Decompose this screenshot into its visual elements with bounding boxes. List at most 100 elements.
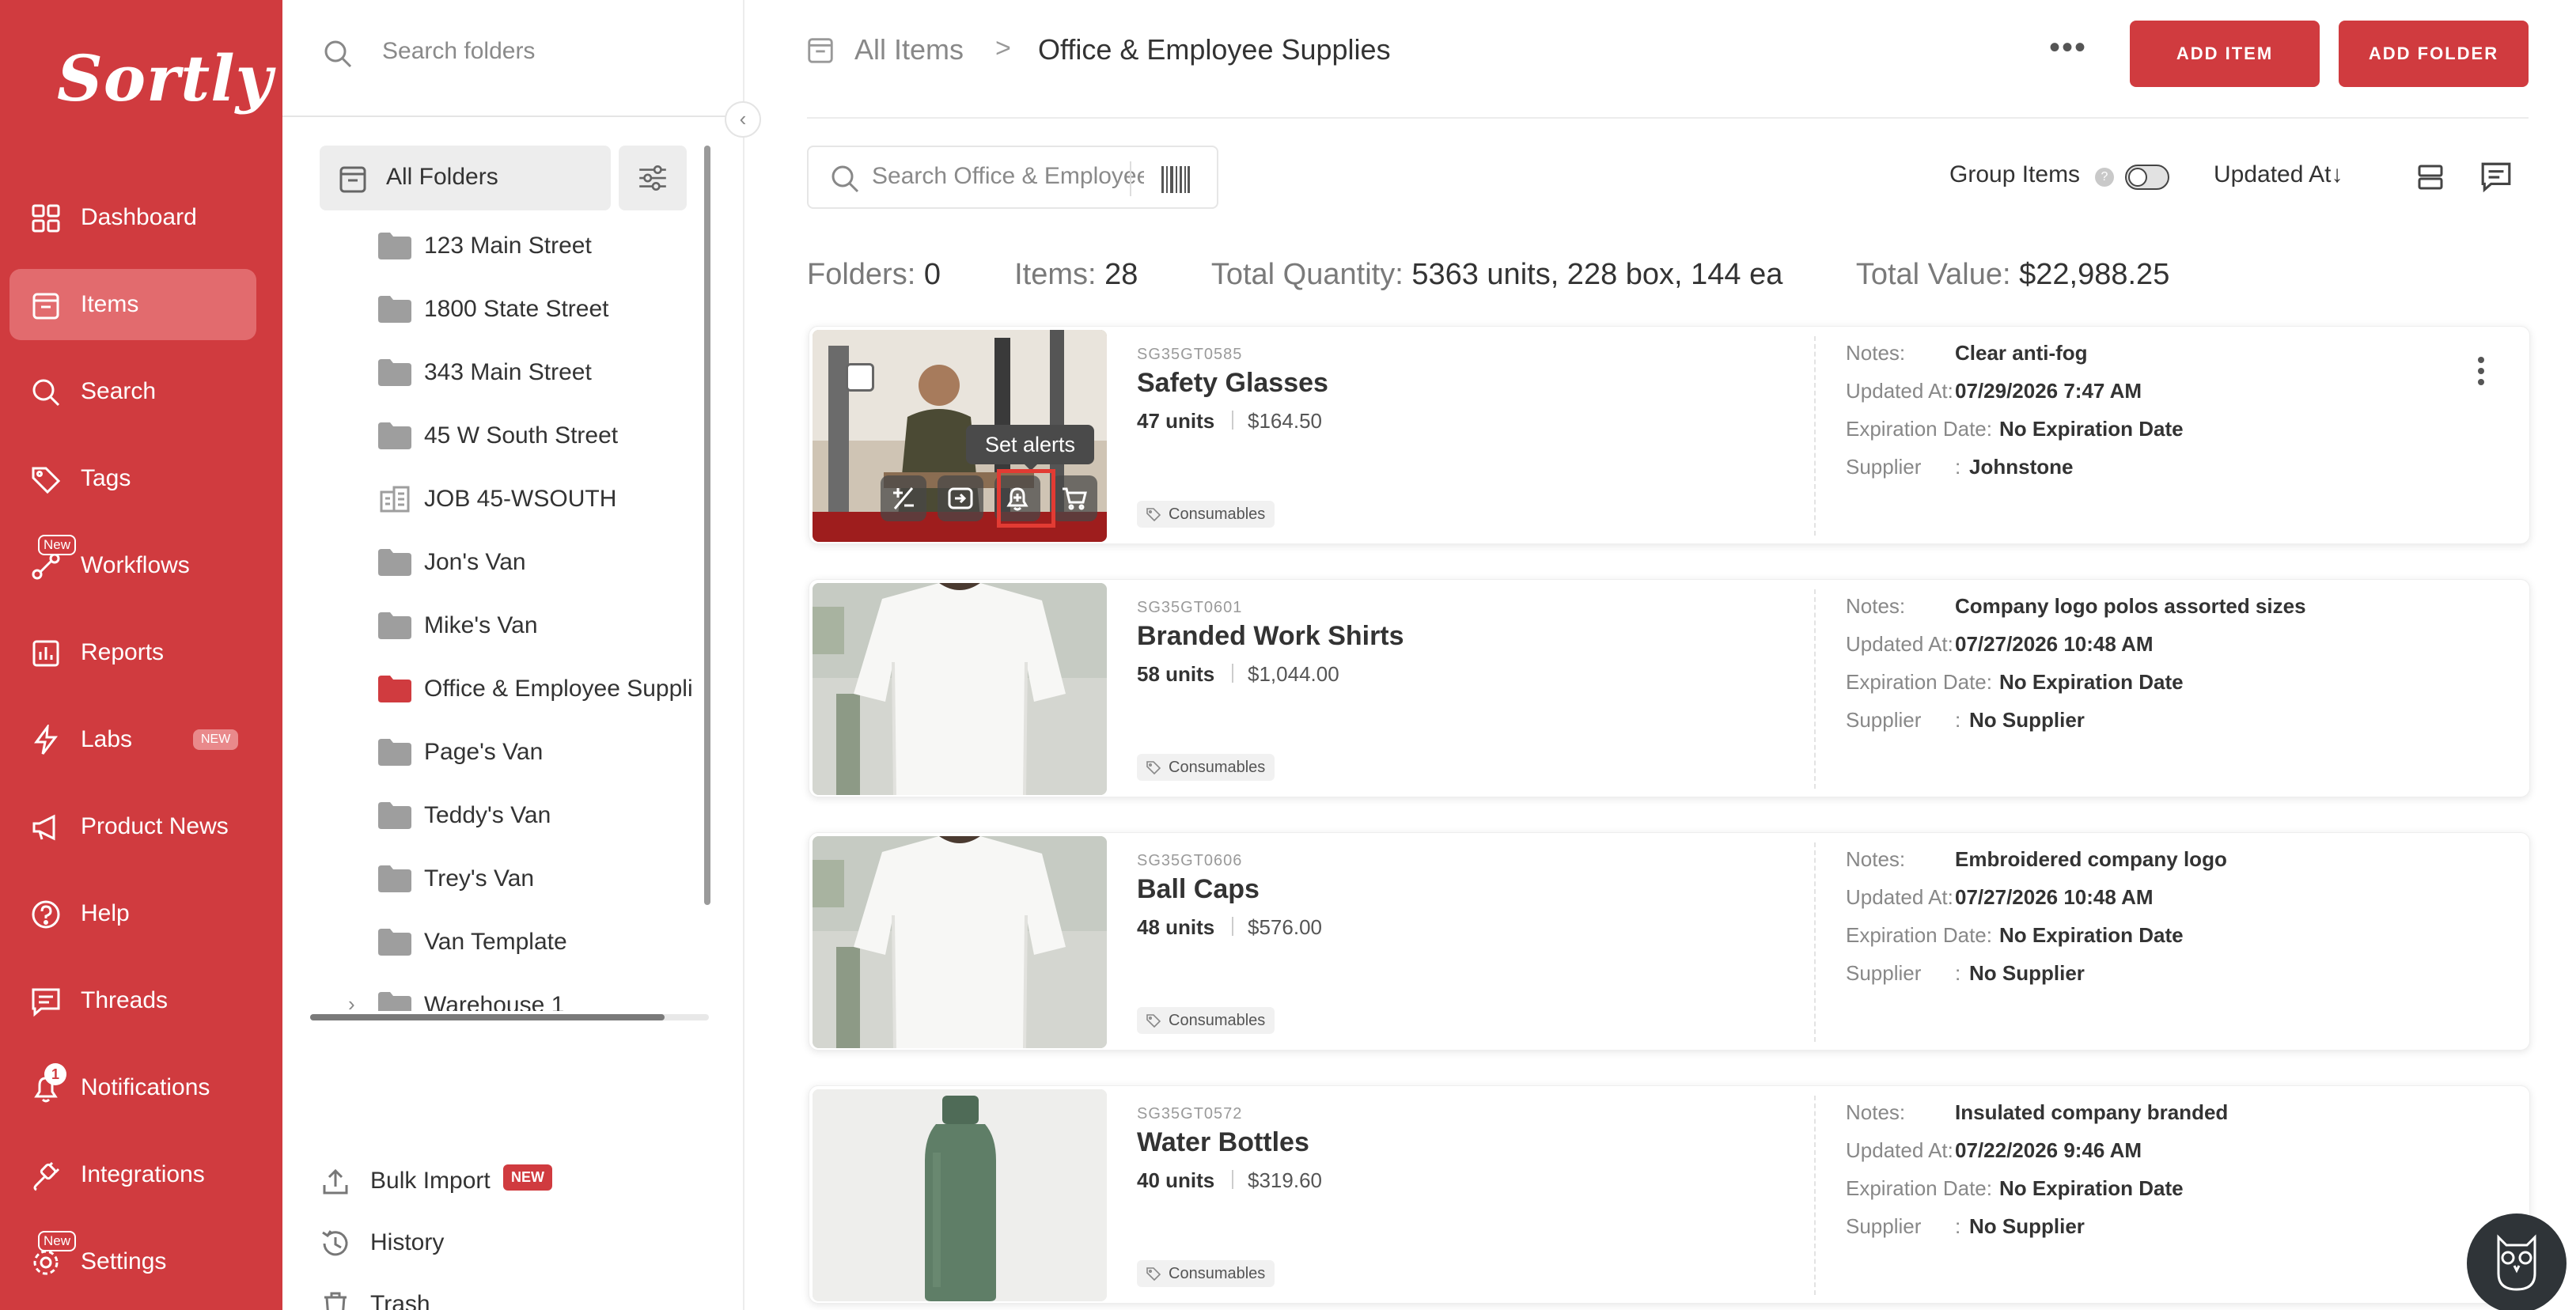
items-icon xyxy=(808,38,833,63)
kebab-menu-icon[interactable] xyxy=(2476,355,2487,387)
add-item-button[interactable]: ADD ITEM xyxy=(2130,21,2320,87)
item-image-bottle[interactable] xyxy=(813,1089,1107,1301)
item-tag[interactable]: Consumables xyxy=(1137,501,1275,528)
group-items-toggle[interactable] xyxy=(2125,165,2169,190)
folder-item-active[interactable]: Office & Employee Suppli xyxy=(320,658,709,721)
nav-item-threads[interactable]: Threads xyxy=(9,965,256,1036)
nav-label: Tags xyxy=(81,465,131,491)
workflows-icon xyxy=(32,553,60,580)
tag-icon xyxy=(32,467,61,494)
item-image-worker[interactable]: Set alerts xyxy=(813,330,1107,542)
nav-label: Items xyxy=(81,291,139,317)
support-chat-button[interactable] xyxy=(2467,1213,2567,1310)
folder-icon xyxy=(378,929,411,956)
folder-item[interactable]: Trey's Van xyxy=(320,848,709,911)
folder-vertical-scrollbar[interactable] xyxy=(704,146,710,905)
nav-item-workflows[interactable]: New Workflows xyxy=(9,530,256,601)
item-tag[interactable]: Consumables xyxy=(1137,754,1275,781)
item-search-input[interactable]: Search Office & Employee Supplies xyxy=(872,163,1144,190)
folder-tree: 123 Main Street 1800 State Street 343 Ma… xyxy=(320,212,709,1011)
search-icon xyxy=(32,379,60,407)
item-card[interactable]: SG35GT0601 Branded Work Shirts 58 units … xyxy=(809,579,2530,797)
item-image-tshirt[interactable] xyxy=(813,583,1107,795)
tag-icon xyxy=(1146,1267,1161,1281)
nav-item-search[interactable]: Search xyxy=(9,356,256,427)
scrollbar-thumb[interactable] xyxy=(310,1014,665,1020)
updated-value: 07/27/2026 10:48 AM xyxy=(1955,885,2154,909)
comments-icon[interactable] xyxy=(2479,160,2513,193)
all-folders-icon xyxy=(339,166,366,193)
folder-item[interactable]: Jon's Van xyxy=(320,532,709,595)
folder-item[interactable]: JOB 45-WSOUTH xyxy=(320,468,709,532)
add-to-cart-button[interactable] xyxy=(1051,475,1097,521)
item-image-tshirt[interactable] xyxy=(813,836,1107,1048)
threads-icon xyxy=(32,988,60,1017)
nav-item-tags[interactable]: Tags xyxy=(9,443,256,514)
collapse-panel-button[interactable]: ‹ xyxy=(725,101,761,138)
nav-item-integrations[interactable]: Integrations xyxy=(9,1139,256,1210)
move-item-button[interactable] xyxy=(938,475,983,521)
item-name[interactable]: Water Bottles xyxy=(1137,1127,1309,1158)
add-folder-button[interactable]: ADD FOLDER xyxy=(2339,21,2529,87)
chevron-right-icon[interactable]: › xyxy=(348,992,355,1011)
item-search[interactable]: Search Office & Employee Supplies xyxy=(807,146,1218,209)
barcode-icon[interactable] xyxy=(1160,165,1191,195)
nav-item-items[interactable]: Items xyxy=(9,269,256,340)
folder-item[interactable]: 1800 State Street xyxy=(320,278,709,342)
nav-item-help[interactable]: Help xyxy=(9,878,256,949)
sort-arrow-icon: ↓ xyxy=(2331,161,2343,187)
move-icon xyxy=(948,487,973,509)
toggle-knob xyxy=(2128,168,2147,187)
folder-item[interactable]: Van Template xyxy=(320,911,709,975)
nav-item-reports[interactable]: Reports xyxy=(9,617,256,688)
more-options-button[interactable]: ••• xyxy=(2049,30,2087,66)
folder-item[interactable]: Page's Van xyxy=(320,721,709,785)
supplier-colon: : xyxy=(1955,1214,1961,1238)
folder-item[interactable]: Mike's Van xyxy=(320,595,709,658)
sort-dropdown[interactable]: Updated At↓ xyxy=(2214,161,2343,188)
item-tag[interactable]: Consumables xyxy=(1137,1260,1275,1287)
folder-label: Teddy's Van xyxy=(424,802,551,828)
item-quantity: 48 units xyxy=(1137,915,1215,939)
folder-item[interactable]: 343 Main Street xyxy=(320,342,709,405)
scrollbar-thumb[interactable] xyxy=(704,146,710,905)
notes-value: Insulated company branded xyxy=(1955,1100,2229,1124)
folder-item[interactable]: 123 Main Street xyxy=(320,215,709,278)
nav-item-labs[interactable]: Labs NEW xyxy=(9,704,256,775)
nav-item-product-news[interactable]: Product News xyxy=(9,791,256,862)
nav-item-notifications[interactable]: 1 Notifications xyxy=(9,1052,256,1123)
item-name[interactable]: Branded Work Shirts xyxy=(1137,621,1404,652)
folder-item[interactable]: 45 W South Street xyxy=(320,405,709,468)
item-name[interactable]: Safety Glasses xyxy=(1137,368,1328,399)
item-card[interactable]: SG35GT0572 Water Bottles 40 units $319.6… xyxy=(809,1085,2530,1304)
nav-item-settings[interactable]: New Settings xyxy=(9,1226,256,1297)
folder-item[interactable]: Teddy's Van xyxy=(320,785,709,848)
folder-search-input[interactable]: Search folders xyxy=(382,38,535,65)
card-divider xyxy=(1814,336,1816,536)
list-view-icon[interactable] xyxy=(2415,161,2446,193)
gear-icon xyxy=(33,1250,59,1275)
folder-search[interactable]: Search folders xyxy=(282,0,744,117)
upload-icon xyxy=(323,1168,348,1195)
hover-actions: Set alerts xyxy=(816,333,1107,542)
supplier-label: Supplier xyxy=(1846,1214,1922,1238)
supplier-value: Johnstone xyxy=(1969,455,2074,479)
folder-horizontal-scrollbar[interactable] xyxy=(310,1014,709,1020)
notes-value: Company logo polos assorted sizes xyxy=(1955,594,2306,618)
select-checkbox[interactable] xyxy=(846,363,874,392)
breadcrumb-all-items[interactable]: All Items xyxy=(854,33,964,66)
folder-item[interactable]: › Warehouse 1 xyxy=(320,975,709,1011)
item-tag[interactable]: Consumables xyxy=(1137,1007,1275,1034)
quantity-separator xyxy=(1232,664,1233,683)
sortly-logo[interactable]: Sortly xyxy=(57,41,273,115)
help-circle-icon[interactable]: ? xyxy=(2095,168,2114,187)
items-count-value: 28 xyxy=(1104,258,1138,291)
item-card[interactable]: SG35GT0606 Ball Caps 48 units $576.00 Co… xyxy=(809,832,2530,1051)
nav-item-dashboard[interactable]: Dashboard xyxy=(9,182,256,253)
adjust-quantity-button[interactable] xyxy=(881,475,926,521)
folder-filter-button[interactable] xyxy=(619,146,687,210)
folder-label: 45 W South Street xyxy=(424,422,619,449)
all-folders-button[interactable]: All Folders xyxy=(320,146,611,210)
item-card[interactable]: Set alerts SG35GT0585 Safety Glasses 47 … xyxy=(809,326,2530,544)
item-name[interactable]: Ball Caps xyxy=(1137,874,1260,905)
